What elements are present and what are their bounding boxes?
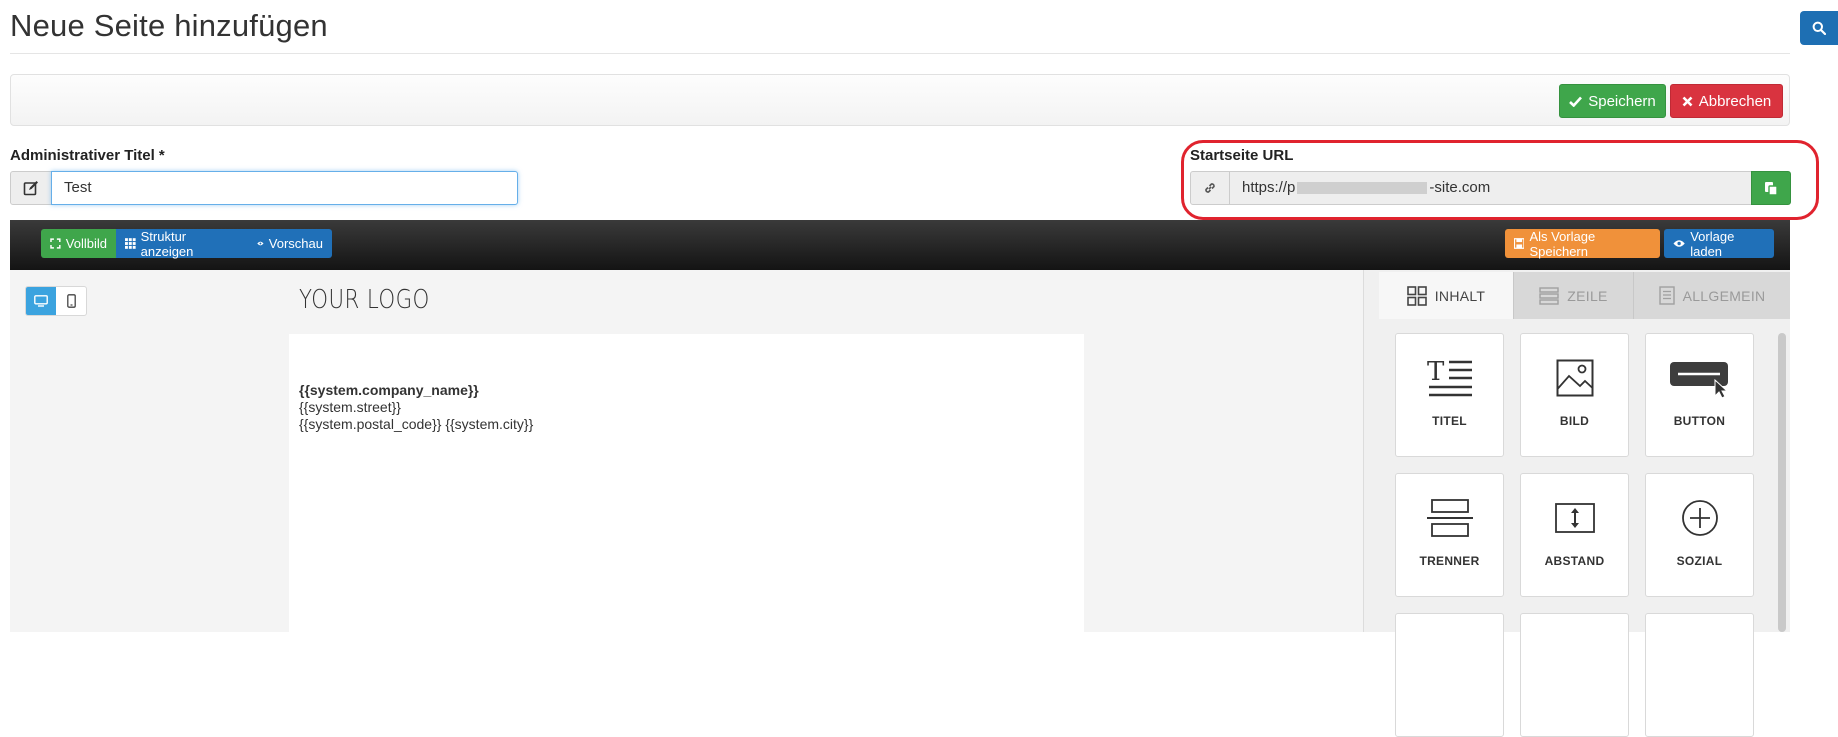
- desktop-view-button[interactable]: [26, 287, 56, 315]
- title-divider: [10, 53, 1790, 54]
- tile-label: TRENNER: [1419, 554, 1480, 568]
- save-button[interactable]: Speichern: [1559, 84, 1666, 118]
- street-text: {{system.street}}: [299, 399, 401, 415]
- spacer-icon: [1521, 494, 1628, 542]
- company-name-text: {{system.company_name}}: [299, 382, 479, 398]
- fullscreen-label: Vollbild: [65, 236, 107, 251]
- divider-icon: [1396, 494, 1503, 542]
- tile-label: ABSTAND: [1544, 554, 1605, 568]
- expand-icon: [50, 238, 61, 249]
- block-tile-sozial[interactable]: SOZIAL: [1645, 473, 1754, 597]
- postal-city-text: {{system.postal_code}} {{system.city}}: [299, 416, 534, 432]
- tile-label: BILD: [1559, 414, 1590, 428]
- preview-button[interactable]: Vorschau: [248, 229, 332, 258]
- tile-label: TITEL: [1432, 414, 1467, 428]
- save-as-template-button[interactable]: Als Vorlage Speichern: [1505, 228, 1660, 259]
- mobile-view-button[interactable]: [56, 287, 86, 315]
- preview-label: Vorschau: [268, 236, 323, 251]
- admin-title-addon: [10, 171, 52, 205]
- edit-icon: [23, 181, 38, 196]
- structure-label: Struktur anzeigen: [140, 228, 194, 259]
- block-tile-button[interactable]: BUTTON: [1645, 333, 1754, 457]
- action-bar: [10, 74, 1790, 126]
- block-tile-titel[interactable]: T TITEL: [1395, 333, 1504, 457]
- social-plus-icon: [1646, 494, 1753, 542]
- content-block[interactable]: [289, 334, 1084, 632]
- button-icon: [1646, 354, 1753, 402]
- tab-allgemein-label: ALLGEMEIN: [1682, 287, 1766, 304]
- grid-dots-icon: [125, 238, 136, 249]
- admin-title-label: Administrativer Titel *: [10, 147, 165, 164]
- fullscreen-button[interactable]: Vollbild: [41, 229, 116, 258]
- eye-icon: [257, 241, 264, 246]
- mobile-icon: [66, 294, 76, 308]
- tab-allgemein[interactable]: ALLGEMEIN: [1633, 272, 1790, 319]
- tile-label: BUTTON: [1673, 414, 1726, 428]
- cancel-label: Abbrechen: [1698, 92, 1772, 110]
- sidebar-scrollbar[interactable]: [1778, 333, 1786, 632]
- tab-inhalt-label: INHALT: [1434, 287, 1486, 304]
- block-tile-abstand[interactable]: ABSTAND: [1520, 473, 1629, 597]
- cancel-button[interactable]: Abbrechen: [1670, 84, 1783, 118]
- admin-title-input[interactable]: Test: [51, 171, 518, 205]
- tab-inhalt[interactable]: INHALT: [1379, 272, 1513, 319]
- tab-zeile-label: ZEILE: [1567, 287, 1608, 304]
- document-icon: [1658, 286, 1675, 305]
- device-switcher: [25, 286, 87, 316]
- url-highlight-annotation: [1181, 140, 1819, 220]
- floppy-icon: [1514, 238, 1525, 249]
- search-button[interactable]: [1800, 11, 1838, 45]
- block-tile-bild[interactable]: BILD: [1520, 333, 1629, 457]
- desktop-icon: [34, 295, 48, 307]
- load-template-button[interactable]: Vorlage laden: [1664, 228, 1774, 259]
- eye-icon: [1673, 240, 1685, 247]
- load-template-label: Vorlage laden: [1690, 228, 1735, 259]
- check-icon: [1569, 96, 1583, 107]
- block-tile-trenner[interactable]: TRENNER: [1395, 473, 1504, 597]
- tab-zeile[interactable]: ZEILE: [1513, 272, 1633, 319]
- show-structure-button[interactable]: Struktur anzeigen: [116, 228, 248, 259]
- rows-icon: [1539, 286, 1559, 305]
- grid-icon: [1406, 285, 1427, 306]
- close-icon: [1682, 96, 1693, 106]
- search-icon: [1812, 21, 1826, 35]
- title-icon: T: [1396, 354, 1503, 402]
- save-template-label: Als Vorlage Speichern: [1529, 228, 1596, 259]
- logo-placeholder[interactable]: YOUR LOGO: [299, 285, 430, 315]
- svg-text:T: T: [1427, 358, 1445, 387]
- tile-label: SOZIAL: [1676, 554, 1723, 568]
- page-title: Neue Seite hinzufügen: [10, 8, 328, 43]
- image-icon: [1521, 354, 1628, 402]
- save-label: Speichern: [1588, 92, 1656, 110]
